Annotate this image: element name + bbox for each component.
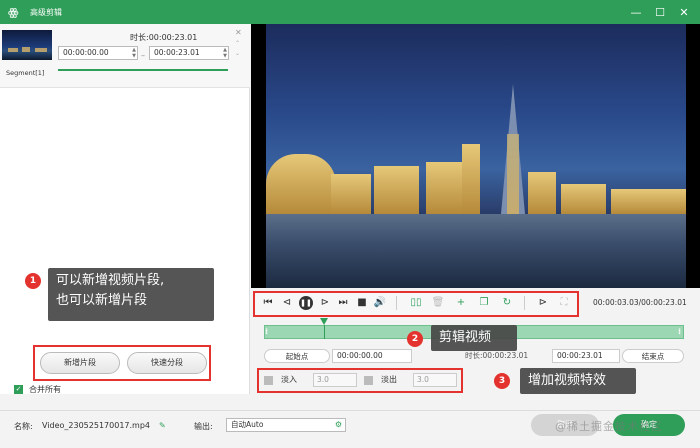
merge-all-checkbox[interactable]: ✓ (14, 385, 23, 394)
edit-name-icon[interactable]: ✎ (159, 421, 166, 430)
minimize-icon[interactable]: — (624, 0, 648, 24)
quick-split-button[interactable]: 快速分段 (127, 352, 207, 374)
move-down-icon[interactable]: ⌄ (235, 50, 240, 57)
fade-in-checkbox[interactable] (264, 376, 273, 385)
add-segment-button[interactable]: 新增片段 (40, 352, 120, 374)
callout-number-2: 2 (407, 331, 423, 347)
next-frame-icon[interactable]: ⊳ (318, 296, 332, 310)
player-timecode: 00:00:03.03/00:00:23.01 (593, 298, 687, 307)
video-frame (266, 24, 686, 288)
maximize-icon[interactable]: ☐ (648, 0, 672, 24)
segment-duration: 时长:00:00:23.01 (130, 33, 198, 42)
merge-all-label: 合并所有 (29, 385, 61, 394)
name-label: 名称: (14, 422, 33, 431)
split-icon[interactable]: ▯▯ (409, 296, 423, 310)
callout-video-effects: 增加视频特效 (520, 368, 636, 394)
set-end-label: 结束点 (641, 352, 665, 361)
river (266, 214, 686, 288)
video-preview[interactable] (251, 24, 700, 288)
fade-in-input[interactable]: 3.0 (313, 373, 357, 387)
delete-icon[interactable]: 🗑 (431, 296, 445, 310)
segment-panel: 时长:00:00:23.01 00:00:00.00 ▲ ▼ – 00:00:23… (0, 24, 250, 394)
fade-out-checkbox[interactable] (364, 376, 373, 385)
segment-progress-bar (58, 69, 228, 71)
output-label: 输出: (194, 422, 213, 431)
trim-start-field[interactable]: 00:00:00.00 (332, 349, 412, 363)
set-end-button[interactable]: 结束点 (622, 349, 684, 363)
callout-1-line-2: 也可以新增片段 (56, 293, 148, 308)
set-start-label: 起始点 (285, 352, 309, 361)
timeline-right-handle[interactable]: ⁞ (678, 327, 681, 336)
close-icon[interactable]: ✕ (672, 0, 696, 24)
fade-out-input[interactable]: 3.0 (413, 373, 457, 387)
previous-frame-icon[interactable]: ⊲ (280, 296, 294, 310)
play-selection-icon[interactable]: ⊳ (536, 296, 550, 310)
add-icon[interactable]: + (454, 296, 468, 310)
pause-icon[interactable]: ❚❚ (299, 296, 313, 310)
segment-end-field[interactable]: 00:00:23.01 ▲ ▼ (149, 46, 229, 60)
segment-start-value: 00:00:00.00 (63, 48, 109, 57)
playhead[interactable] (320, 318, 328, 339)
reset-icon[interactable]: ↻ (500, 296, 514, 310)
range-dash: – (141, 51, 145, 60)
app-logo-icon: ꙮ (8, 5, 19, 19)
segment-thumbnail (2, 30, 52, 60)
fit-view-icon[interactable]: ⛶ (557, 296, 571, 310)
move-up-icon[interactable]: ⌃ (235, 40, 240, 47)
output-select[interactable]: 自动Auto ⚙ (226, 418, 346, 432)
set-start-button[interactable]: 起始点 (264, 349, 330, 363)
fade-out-label: 淡出 (381, 375, 397, 384)
merge-all-option[interactable]: ✓ 合并所有 (14, 384, 61, 395)
window-title: 高级剪辑 (30, 7, 62, 17)
gear-icon[interactable]: ⚙ (335, 419, 342, 431)
callout-add-segment: 可以新增视频片段, 也可以新增片段 (48, 268, 214, 321)
trim-end-field[interactable]: 00:00:23.01 (552, 349, 620, 363)
copy-icon[interactable]: ❐ (477, 296, 491, 310)
go-to-start-icon[interactable]: ⏮ (261, 296, 275, 310)
stop-icon[interactable]: ■ (355, 296, 369, 310)
callout-number-1: 1 (25, 273, 41, 289)
segment-end-value: 00:00:23.01 (154, 48, 200, 57)
segment-card[interactable]: 时长:00:00:23.01 00:00:00.00 ▲ ▼ – 00:00:23… (0, 24, 250, 88)
stepper-icon[interactable]: ▲ ▼ (223, 47, 227, 59)
file-name: Video_230525170017.mp4 (42, 421, 150, 430)
segment-delete-icon[interactable]: ✕ (235, 28, 242, 37)
go-to-end-icon[interactable]: ⏭ (336, 296, 350, 310)
fade-in-label: 淡入 (281, 375, 297, 384)
title-bar: ꙮ 高级剪辑 (0, 0, 700, 24)
trim-duration: 时长:00:00:23.01 (465, 351, 529, 360)
watermark: @稀土掘金技术社区 (555, 420, 663, 433)
callout-edit-video: 剪辑视频 (431, 325, 517, 351)
segment-start-field[interactable]: 00:00:00.00 ▲ ▼ (58, 46, 138, 60)
output-value: 自动Auto (231, 420, 264, 429)
stepper-icon[interactable]: ▲ ▼ (132, 47, 136, 59)
callout-1-line-1: 可以新增视频片段, (56, 273, 165, 288)
callout-number-3: 3 (494, 373, 510, 389)
segment-label: Segment[1] (6, 69, 45, 77)
timeline-left-handle[interactable]: ⁞ (265, 327, 268, 336)
volume-icon[interactable]: 🔊 (373, 296, 387, 310)
